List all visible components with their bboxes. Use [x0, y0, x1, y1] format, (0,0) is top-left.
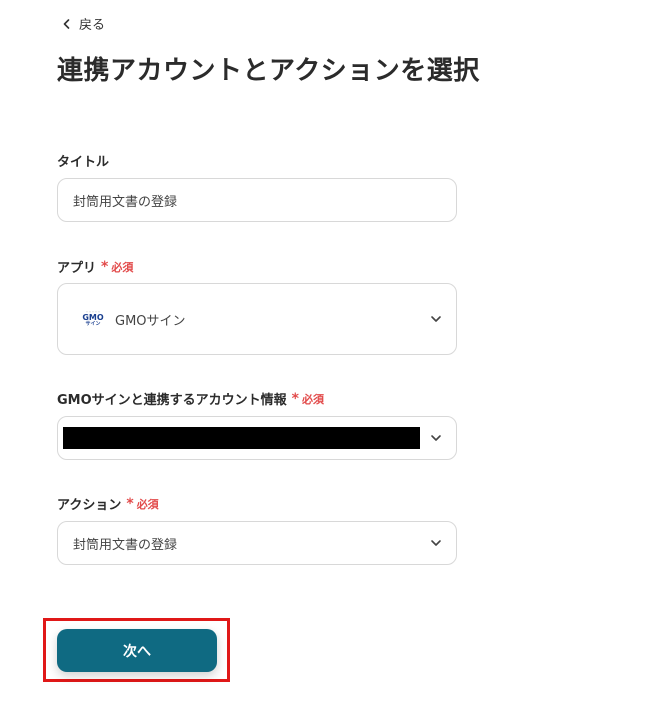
- gmo-sign-logo-icon: ・・・・・ GMO サイン: [82, 310, 104, 327]
- required-text: 必須: [302, 392, 324, 406]
- next-button[interactable]: 次へ: [57, 629, 217, 672]
- back-link[interactable]: 戻る: [62, 14, 105, 33]
- required-badge: * 必須: [126, 496, 158, 512]
- account-field-label: GMOサインと連携するアカウント情報 * 必須: [57, 389, 324, 409]
- app-select-value: GMOサイン: [115, 313, 186, 329]
- action-select[interactable]: 封筒用文書の登録: [57, 521, 457, 565]
- required-text: 必須: [136, 497, 159, 511]
- app-select[interactable]: ・・・・・ GMO サイン GMOサイン: [57, 283, 457, 355]
- required-badge: * 必須: [101, 259, 133, 275]
- account-select[interactable]: [57, 416, 457, 460]
- account-label-text: GMOサインと連携するアカウント情報: [57, 393, 287, 408]
- back-label: 戻る: [79, 18, 106, 33]
- app-field-label: アプリ * 必須: [57, 257, 133, 277]
- app-label-text: アプリ: [57, 261, 97, 276]
- action-label-text: アクション: [57, 498, 122, 513]
- title-input[interactable]: 封筒用文書の登録: [57, 178, 457, 222]
- page-title: 連携アカウントとアクションを選択: [57, 56, 480, 86]
- required-text: 必須: [111, 260, 134, 274]
- title-input-value: 封筒用文書の登録: [73, 194, 178, 210]
- chevron-down-icon: [431, 540, 441, 546]
- logo-sign-text: サイン: [85, 321, 101, 327]
- action-field-label: アクション * 必須: [57, 494, 159, 514]
- asterisk-icon: *: [126, 495, 134, 512]
- title-field-label: タイトル: [57, 151, 109, 170]
- required-badge: * 必須: [292, 391, 324, 407]
- title-label-text: タイトル: [57, 155, 110, 170]
- chevron-down-icon: [431, 316, 441, 322]
- action-select-value: 封筒用文書の登録: [73, 537, 178, 553]
- chevron-left-icon: [63, 18, 70, 29]
- chevron-down-icon: [431, 435, 441, 441]
- asterisk-icon: *: [101, 258, 109, 275]
- asterisk-icon: *: [291, 390, 299, 407]
- redacted-account-value: [63, 427, 420, 449]
